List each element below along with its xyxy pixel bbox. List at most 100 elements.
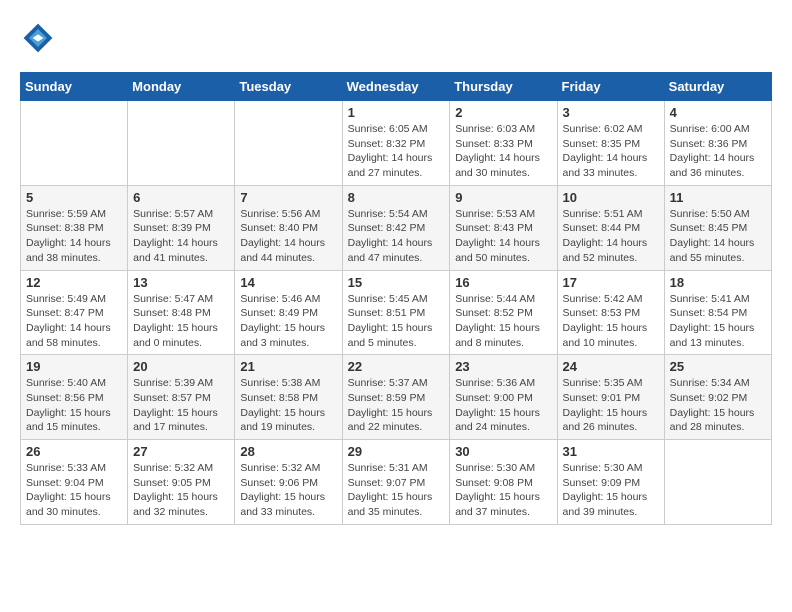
day-number: 19 [26, 359, 122, 374]
logo [20, 20, 62, 56]
header-sunday: Sunday [21, 73, 128, 101]
day-cell: 21 Sunrise: 5:38 AM Sunset: 8:58 PM Dayli… [235, 355, 342, 440]
day-number: 10 [563, 190, 659, 205]
day-number: 21 [240, 359, 336, 374]
day-cell: 6 Sunrise: 5:57 AM Sunset: 8:39 PM Daylig… [128, 185, 235, 270]
day-info: Sunrise: 5:57 AM Sunset: 8:39 PM Dayligh… [133, 207, 229, 266]
day-number: 13 [133, 275, 229, 290]
day-number: 9 [455, 190, 551, 205]
day-number: 1 [348, 105, 445, 120]
day-number: 23 [455, 359, 551, 374]
day-cell: 11 Sunrise: 5:50 AM Sunset: 8:45 PM Dayli… [664, 185, 771, 270]
day-cell: 7 Sunrise: 5:56 AM Sunset: 8:40 PM Daylig… [235, 185, 342, 270]
day-number: 26 [26, 444, 122, 459]
day-number: 3 [563, 105, 659, 120]
day-info: Sunrise: 5:37 AM Sunset: 8:59 PM Dayligh… [348, 376, 445, 435]
day-cell: 22 Sunrise: 5:37 AM Sunset: 8:59 PM Dayli… [342, 355, 450, 440]
day-cell: 16Sunrise: 5:44 AM Sunset: 8:52 PM Dayli… [450, 270, 557, 355]
day-cell: 30 Sunrise: 5:30 AM Sunset: 9:08 PM Dayli… [450, 440, 557, 525]
week-row-1: 1 Sunrise: 6:05 AM Sunset: 8:32 PM Daylig… [21, 101, 772, 186]
day-cell: 1 Sunrise: 6:05 AM Sunset: 8:32 PM Daylig… [342, 101, 450, 186]
day-info: Sunrise: 5:49 AM Sunset: 8:47 PM Dayligh… [26, 292, 122, 351]
day-number: 4 [670, 105, 766, 120]
day-info: Sunrise: 6:03 AM Sunset: 8:33 PM Dayligh… [455, 122, 551, 181]
header-wednesday: Wednesday [342, 73, 450, 101]
day-info: Sunrise: 5:32 AM Sunset: 9:05 PM Dayligh… [133, 461, 229, 520]
day-cell: 13 Sunrise: 5:47 AM Sunset: 8:48 PM Dayli… [128, 270, 235, 355]
day-cell: 14Sunrise: 5:46 AM Sunset: 8:49 PM Dayli… [235, 270, 342, 355]
day-info: Sunrise: 5:45 AM Sunset: 8:51 PM Dayligh… [348, 292, 445, 351]
day-number: 15 [348, 275, 445, 290]
day-cell [664, 440, 771, 525]
day-number: 31 [563, 444, 659, 459]
header-row: SundayMondayTuesdayWednesdayThursdayFrid… [21, 73, 772, 101]
day-info: Sunrise: 5:51 AM Sunset: 8:44 PM Dayligh… [563, 207, 659, 266]
day-info: Sunrise: 5:31 AM Sunset: 9:07 PM Dayligh… [348, 461, 445, 520]
day-cell: 20 Sunrise: 5:39 AM Sunset: 8:57 PM Dayli… [128, 355, 235, 440]
header-friday: Friday [557, 73, 664, 101]
day-number: 5 [26, 190, 122, 205]
day-number: 20 [133, 359, 229, 374]
week-row-3: 12 Sunrise: 5:49 AM Sunset: 8:47 PM Dayli… [21, 270, 772, 355]
day-cell: 8Sunrise: 5:54 AM Sunset: 8:42 PM Daylig… [342, 185, 450, 270]
header-monday: Monday [128, 73, 235, 101]
day-cell [128, 101, 235, 186]
day-info: Sunrise: 5:39 AM Sunset: 8:57 PM Dayligh… [133, 376, 229, 435]
day-info: Sunrise: 5:33 AM Sunset: 9:04 PM Dayligh… [26, 461, 122, 520]
week-row-4: 19 Sunrise: 5:40 AM Sunset: 8:56 PM Dayli… [21, 355, 772, 440]
day-info: Sunrise: 5:36 AM Sunset: 9:00 PM Dayligh… [455, 376, 551, 435]
day-cell: 15 Sunrise: 5:45 AM Sunset: 8:51 PM Dayli… [342, 270, 450, 355]
day-cell: 17Sunrise: 5:42 AM Sunset: 8:53 PM Dayli… [557, 270, 664, 355]
day-cell: 26 Sunrise: 5:33 AM Sunset: 9:04 PM Dayli… [21, 440, 128, 525]
day-cell: 5Sunrise: 5:59 AM Sunset: 8:38 PM Daylig… [21, 185, 128, 270]
day-number: 30 [455, 444, 551, 459]
day-info: Sunrise: 6:02 AM Sunset: 8:35 PM Dayligh… [563, 122, 659, 181]
day-info: Sunrise: 5:47 AM Sunset: 8:48 PM Dayligh… [133, 292, 229, 351]
day-number: 7 [240, 190, 336, 205]
day-info: Sunrise: 5:46 AM Sunset: 8:49 PM Dayligh… [240, 292, 336, 351]
page-header [20, 20, 772, 56]
day-cell: 2 Sunrise: 6:03 AM Sunset: 8:33 PM Daylig… [450, 101, 557, 186]
day-info: Sunrise: 5:50 AM Sunset: 8:45 PM Dayligh… [670, 207, 766, 266]
day-info: Sunrise: 5:40 AM Sunset: 8:56 PM Dayligh… [26, 376, 122, 435]
day-number: 6 [133, 190, 229, 205]
day-number: 11 [670, 190, 766, 205]
day-number: 18 [670, 275, 766, 290]
week-row-5: 26 Sunrise: 5:33 AM Sunset: 9:04 PM Dayli… [21, 440, 772, 525]
day-info: Sunrise: 5:53 AM Sunset: 8:43 PM Dayligh… [455, 207, 551, 266]
day-cell: 25Sunrise: 5:34 AM Sunset: 9:02 PM Dayli… [664, 355, 771, 440]
day-cell: 27 Sunrise: 5:32 AM Sunset: 9:05 PM Dayli… [128, 440, 235, 525]
day-info: Sunrise: 5:34 AM Sunset: 9:02 PM Dayligh… [670, 376, 766, 435]
day-cell [235, 101, 342, 186]
day-number: 27 [133, 444, 229, 459]
day-number: 22 [348, 359, 445, 374]
day-info: Sunrise: 6:00 AM Sunset: 8:36 PM Dayligh… [670, 122, 766, 181]
header-thursday: Thursday [450, 73, 557, 101]
day-number: 29 [348, 444, 445, 459]
day-info: Sunrise: 5:30 AM Sunset: 9:09 PM Dayligh… [563, 461, 659, 520]
day-cell: 4 Sunrise: 6:00 AM Sunset: 8:36 PM Daylig… [664, 101, 771, 186]
day-info: Sunrise: 5:30 AM Sunset: 9:08 PM Dayligh… [455, 461, 551, 520]
day-cell: 28 Sunrise: 5:32 AM Sunset: 9:06 PM Dayli… [235, 440, 342, 525]
day-number: 24 [563, 359, 659, 374]
day-info: Sunrise: 5:38 AM Sunset: 8:58 PM Dayligh… [240, 376, 336, 435]
day-cell: 3 Sunrise: 6:02 AM Sunset: 8:35 PM Daylig… [557, 101, 664, 186]
day-cell: 19 Sunrise: 5:40 AM Sunset: 8:56 PM Dayli… [21, 355, 128, 440]
day-number: 17 [563, 275, 659, 290]
day-number: 28 [240, 444, 336, 459]
logo-icon [20, 20, 56, 56]
week-row-2: 5Sunrise: 5:59 AM Sunset: 8:38 PM Daylig… [21, 185, 772, 270]
calendar-table: SundayMondayTuesdayWednesdayThursdayFrid… [20, 72, 772, 525]
day-cell: 23 Sunrise: 5:36 AM Sunset: 9:00 PM Dayli… [450, 355, 557, 440]
day-number: 12 [26, 275, 122, 290]
day-info: Sunrise: 5:44 AM Sunset: 8:52 PM Dayligh… [455, 292, 551, 351]
day-info: Sunrise: 6:05 AM Sunset: 8:32 PM Dayligh… [348, 122, 445, 181]
day-info: Sunrise: 5:32 AM Sunset: 9:06 PM Dayligh… [240, 461, 336, 520]
day-cell: 29 Sunrise: 5:31 AM Sunset: 9:07 PM Dayli… [342, 440, 450, 525]
day-cell [21, 101, 128, 186]
day-info: Sunrise: 5:56 AM Sunset: 8:40 PM Dayligh… [240, 207, 336, 266]
day-cell: 31 Sunrise: 5:30 AM Sunset: 9:09 PM Dayli… [557, 440, 664, 525]
day-info: Sunrise: 5:41 AM Sunset: 8:54 PM Dayligh… [670, 292, 766, 351]
day-cell: 12 Sunrise: 5:49 AM Sunset: 8:47 PM Dayli… [21, 270, 128, 355]
day-number: 2 [455, 105, 551, 120]
